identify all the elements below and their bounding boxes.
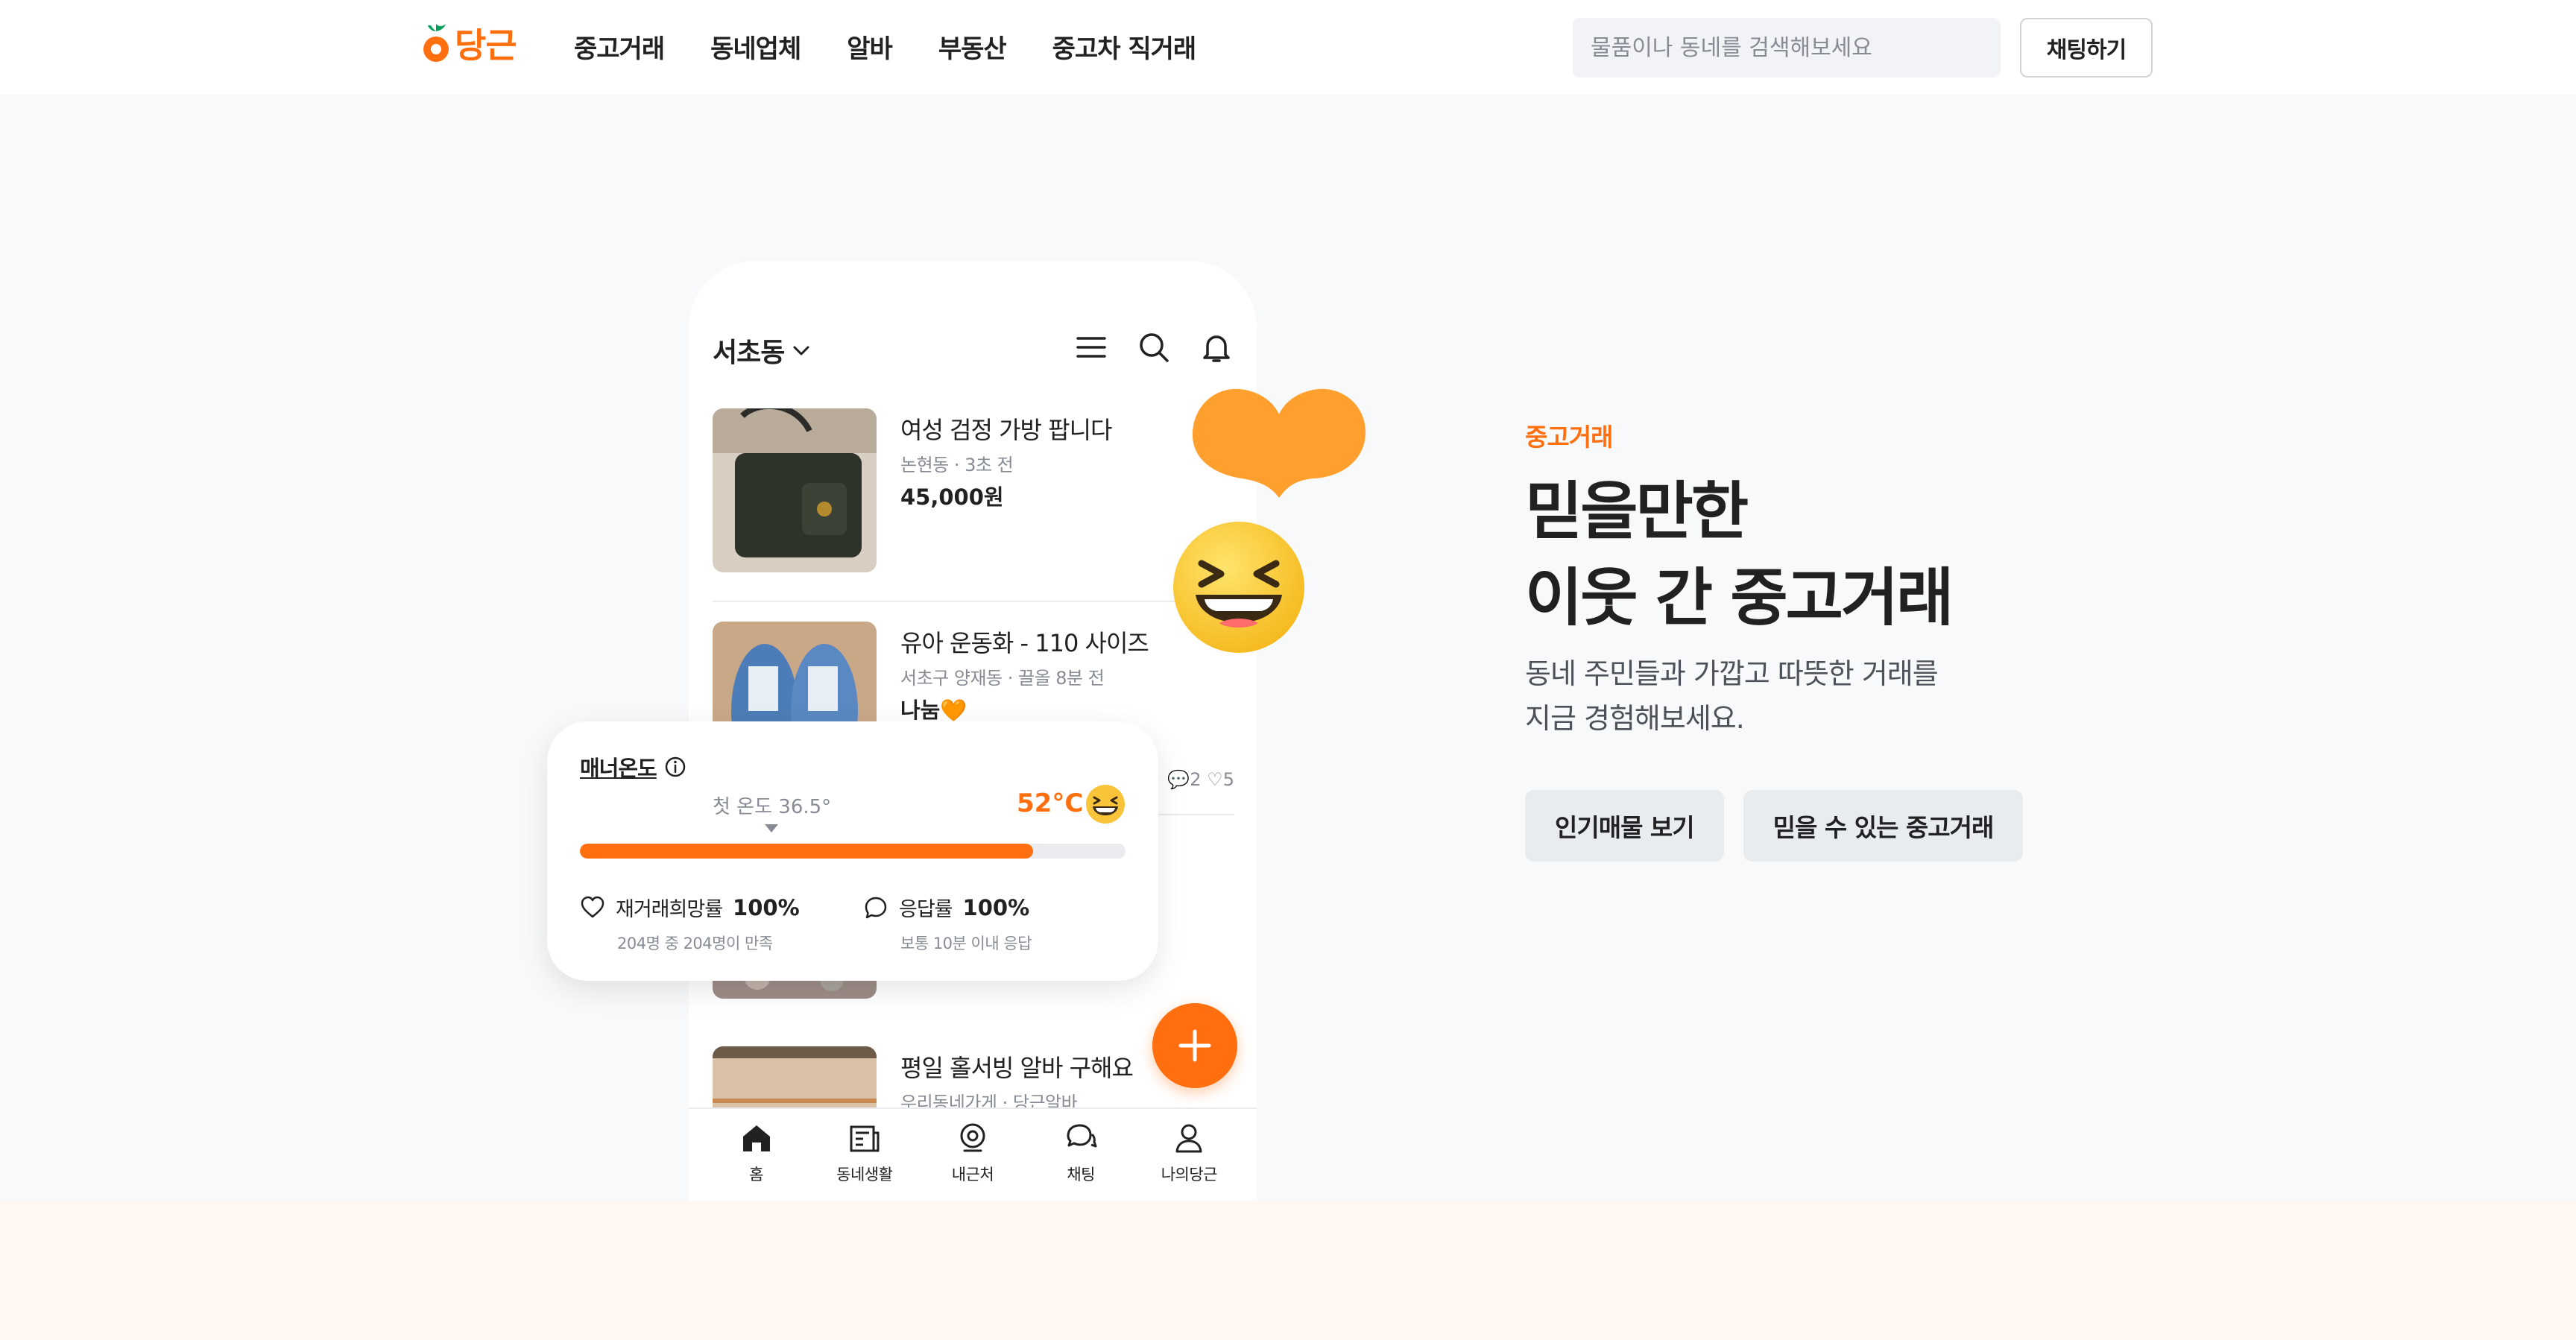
tab-my-karrot[interactable]: 나의당근	[1140, 1109, 1237, 1201]
desc-line-1: 동네 주민들과 가깝고 따뜻한 거래를	[1525, 657, 1939, 690]
item-image-restaurant	[713, 1046, 877, 1107]
chat-bubble-icon	[865, 897, 887, 918]
tab-label: 동네생활	[836, 1166, 893, 1183]
heart-outline-icon	[581, 896, 604, 917]
tab-label: 나의당근	[1161, 1166, 1218, 1183]
nav-local-business[interactable]: 동네업체	[710, 28, 801, 65]
divider	[713, 601, 1234, 602]
search-icon[interactable]	[1136, 329, 1172, 365]
item-title: 평일 홀서빙 알바 구해요	[900, 1054, 1134, 1082]
rebuy-rate-label: 재거래희망률	[616, 898, 723, 921]
item-stats: 💬2 ♡5	[1167, 769, 1234, 790]
bell-icon[interactable]	[1199, 329, 1234, 365]
add-listing-button[interactable]	[1152, 1003, 1237, 1088]
nav-real-estate[interactable]: 부동산	[938, 28, 1007, 65]
nav-jobs[interactable]: 알바	[847, 28, 893, 65]
home-icon	[742, 1125, 770, 1151]
temperature-bar-fill	[580, 844, 1033, 859]
trusted-trade-button[interactable]: 믿을 수 있는 중고거래	[1743, 790, 2024, 862]
logo[interactable]: 당근	[422, 19, 517, 67]
item-meta: 우리동네가게 · 당근알바	[900, 1093, 1078, 1107]
top-header: 당근 중고거래 동네업체 알바 부동산 중고차 직거래 채팅하기	[0, 0, 2576, 95]
tab-label: 내근처	[951, 1166, 994, 1183]
tab-nearby[interactable]: 내근처	[924, 1109, 1021, 1201]
tab-community[interactable]: 동네생활	[816, 1109, 913, 1201]
popular-items-button[interactable]: 인기매물 보기	[1525, 790, 1724, 862]
bottom-tab-bar: 홈 동네생활 내근처 채팅 나의당근	[689, 1107, 1257, 1201]
info-icon[interactable]	[664, 756, 686, 778]
manner-temperature-card: 매너온도 첫 온도 36.5° 52°C 재거래희망률 100% 204명 중 …	[547, 721, 1158, 981]
main-nav: 중고거래 동네업체 알바 부동산 중고차 직거래	[574, 25, 1196, 67]
location-selector[interactable]: 서초동	[713, 331, 811, 370]
section-category: 중고거래	[1525, 423, 1613, 452]
heart-icon	[1192, 388, 1366, 498]
item-price: 나눔🧡	[900, 698, 967, 723]
location-label: 서초동	[713, 338, 785, 368]
location-pin-icon	[960, 1123, 985, 1152]
phone-app-bar: 서초동	[713, 329, 1234, 371]
laughing-face-icon	[1173, 522, 1304, 653]
first-temperature: 첫 온도 36.5°	[713, 796, 832, 818]
person-icon	[1175, 1124, 1202, 1153]
response-rate-value: 100%	[962, 894, 1030, 920]
rebuy-rate-detail: 204명 중 204명이 만족	[617, 935, 773, 952]
chat-button[interactable]: 채팅하기	[2020, 18, 2153, 78]
phone-app-icons	[1073, 329, 1234, 365]
manner-title-label: 매너온도	[580, 756, 657, 781]
search-input[interactable]	[1573, 18, 2001, 78]
manner-title[interactable]: 매너온도	[580, 751, 686, 783]
item-meta: 논현동 · 3초 전	[900, 455, 1014, 475]
nav-used-cars[interactable]: 중고차 직거래	[1052, 28, 1197, 65]
headline-line-1: 믿을만한	[1525, 475, 1749, 548]
footer-band	[0, 1201, 2576, 1340]
item-image-black-bag	[713, 408, 877, 572]
temperature-bar	[580, 844, 1126, 859]
hero-headline: 믿을만한 이웃 간 중고거래	[1525, 468, 1954, 641]
hero-description: 동네 주민들과 가깝고 따뜻한 거래를 지금 경험해보세요.	[1525, 651, 1939, 741]
chevron-down-icon	[793, 346, 809, 355]
list-item[interactable]: 여성 검정 가방 팝니다 논현동 · 3초 전 45,000원	[713, 408, 1234, 602]
item-meta: 서초구 양재동 · 끌올 8분 전	[900, 668, 1105, 689]
response-rate-label: 응답률	[899, 898, 953, 921]
desc-line-2: 지금 경험해보세요.	[1525, 702, 1745, 735]
carrot-logo-icon	[423, 24, 449, 62]
rebuy-rate-value: 100%	[733, 894, 800, 920]
headline-line-2: 이웃 간 중고거래	[1525, 561, 1954, 634]
tab-label: 홈	[749, 1166, 763, 1183]
response-rate-detail: 보통 10분 이내 응답	[900, 935, 1032, 952]
chat-bubbles-icon	[1067, 1124, 1097, 1148]
response-rate: 응답률 100%	[863, 893, 1029, 922]
logo-text: 당근	[455, 25, 517, 66]
item-title: 여성 검정 가방 팝니다	[900, 416, 1112, 444]
item-title: 유아 운동화 - 110 사이즈	[900, 629, 1149, 657]
first-temperature-marker	[765, 824, 778, 832]
newspaper-icon	[850, 1125, 880, 1152]
laughing-face-icon	[1086, 785, 1125, 824]
tab-home[interactable]: 홈	[708, 1109, 805, 1201]
tab-chat[interactable]: 채팅	[1032, 1109, 1129, 1201]
tab-label: 채팅	[1067, 1166, 1095, 1183]
current-temperature: 52°C	[1017, 788, 1084, 818]
plus-icon	[1178, 1029, 1211, 1062]
nav-used-trade[interactable]: 중고거래	[574, 28, 665, 65]
hero-buttons: 인기매물 보기 믿을 수 있는 중고거래	[1525, 790, 2024, 862]
item-price: 45,000원	[900, 484, 1004, 510]
rebuy-rate: 재거래희망률 100%	[580, 893, 800, 922]
menu-icon[interactable]	[1073, 329, 1109, 365]
